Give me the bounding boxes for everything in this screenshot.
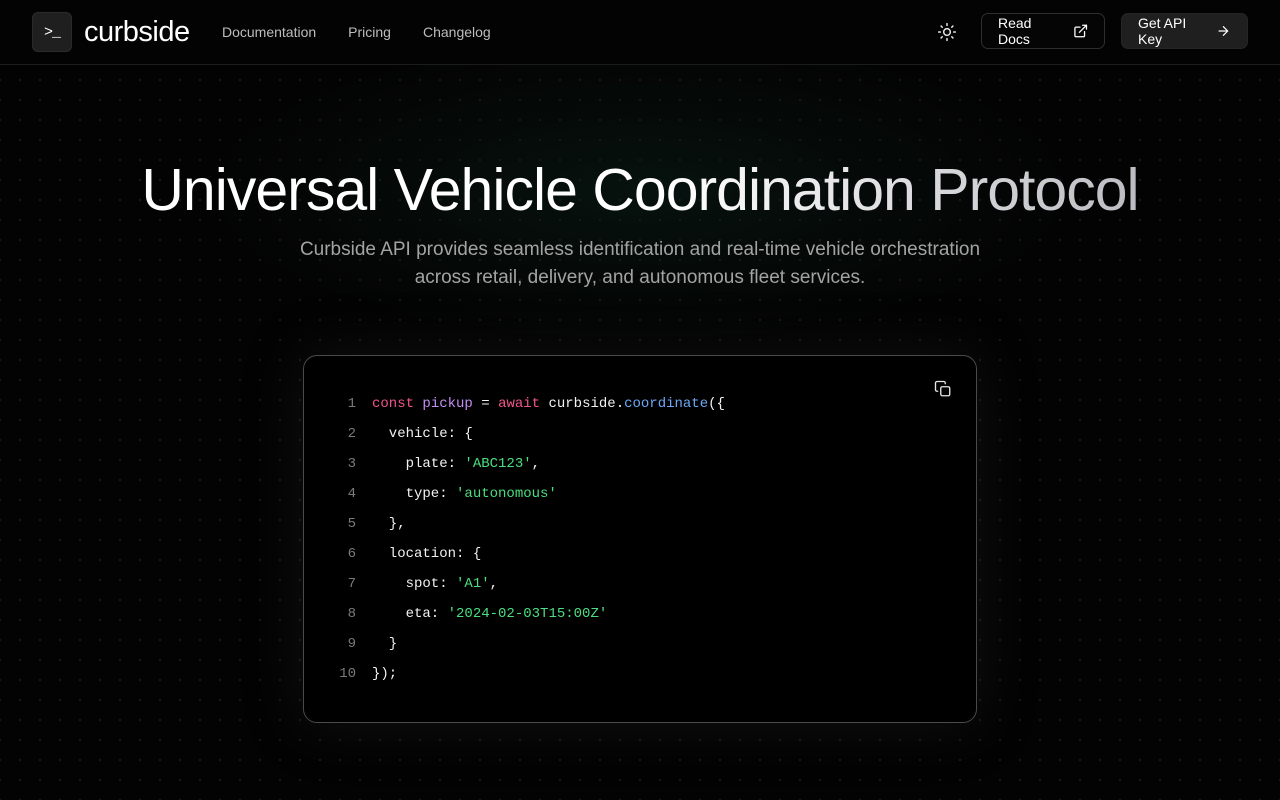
line-number: 2 <box>347 426 356 442</box>
nav-documentation[interactable]: Documentation <box>222 24 316 40</box>
code-line: 7 spot: 'A1', <box>328 569 725 599</box>
line-number: 1 <box>347 396 356 412</box>
code-token: , <box>489 576 499 592</box>
read-docs-button[interactable]: Read Docs <box>981 13 1105 49</box>
code-token: type: <box>372 486 457 502</box>
code-token: '2024-02-03T15:00Z' <box>447 606 608 622</box>
code-line: 8 eta: '2024-02-03T15:00Z' <box>328 599 725 629</box>
code-token: , <box>531 456 541 472</box>
logo-glyph: >_ <box>43 23 61 41</box>
code-token: } <box>372 636 398 652</box>
line-number: 10 <box>339 666 356 682</box>
theme-toggle-button[interactable] <box>935 20 959 44</box>
line-number: 5 <box>347 516 356 532</box>
line-number: 9 <box>347 636 356 652</box>
external-link-icon <box>1073 24 1087 38</box>
code-token: 'A1' <box>456 576 490 592</box>
read-docs-label: Read Docs <box>998 15 1032 47</box>
copy-code-button[interactable] <box>934 380 952 398</box>
code-example-card: 1 const pickup = await curbside. coordinat… <box>303 355 977 723</box>
code-line: 3 plate: 'ABC123', <box>328 449 725 479</box>
code-token: }); <box>372 666 398 682</box>
arrow-right-icon <box>1218 26 1229 36</box>
hero-subtitle: Curbside API provides seamless identific… <box>299 239 981 288</box>
code-line: 4 type: 'autonomous' <box>328 479 725 509</box>
code-token: coordinate <box>624 396 709 412</box>
main-nav: Documentation Pricing Changelog <box>222 0 491 64</box>
code-line: 5 }, <box>328 509 725 539</box>
code-token: await <box>498 396 541 412</box>
get-api-key-label: Get API Key <box>1138 15 1187 47</box>
copy-icon <box>934 380 951 397</box>
code-line: 10}); <box>328 659 725 689</box>
code-line: 2 vehicle: { <box>328 419 725 449</box>
nav-pricing[interactable]: Pricing <box>348 24 391 40</box>
nav-changelog[interactable]: Changelog <box>423 24 491 40</box>
code-token: location: { <box>372 546 482 562</box>
site-header: >_ curbside Documentation Pricing Change… <box>0 0 1280 65</box>
code-block[interactable]: 1 const pickup = await curbside. coordinat… <box>328 389 725 689</box>
line-number: 7 <box>347 576 356 592</box>
code-token: eta: <box>372 606 448 622</box>
line-number: 6 <box>347 546 356 562</box>
sun-icon <box>937 22 957 42</box>
code-token: }, <box>372 516 406 532</box>
code-token: 'autonomous' <box>456 486 557 502</box>
code-line: 6 location: { <box>328 539 725 569</box>
code-token: vehicle: { <box>372 426 473 442</box>
line-number: 8 <box>347 606 356 622</box>
code-token: = <box>472 396 499 412</box>
code-token: plate: <box>372 456 465 472</box>
code-token: curbside. <box>540 396 625 412</box>
code-token: 'ABC123' <box>464 456 532 472</box>
code-line: 9 } <box>328 629 725 659</box>
code-token: const <box>372 396 415 412</box>
code-token: spot: <box>372 576 457 592</box>
hero-title: Universal Vehicle Coordination Protocol <box>0 154 1280 226</box>
terminal-logo-icon[interactable]: >_ <box>32 12 72 52</box>
get-api-key-button[interactable]: Get API Key <box>1121 13 1248 49</box>
code-line: 1 const pickup = await curbside. coordinat… <box>328 389 725 419</box>
code-token: ({ <box>708 396 725 412</box>
line-number: 3 <box>347 456 356 472</box>
line-number: 4 <box>347 486 356 502</box>
code-token: pickup <box>422 396 473 412</box>
brand-name[interactable]: curbside <box>84 14 190 50</box>
